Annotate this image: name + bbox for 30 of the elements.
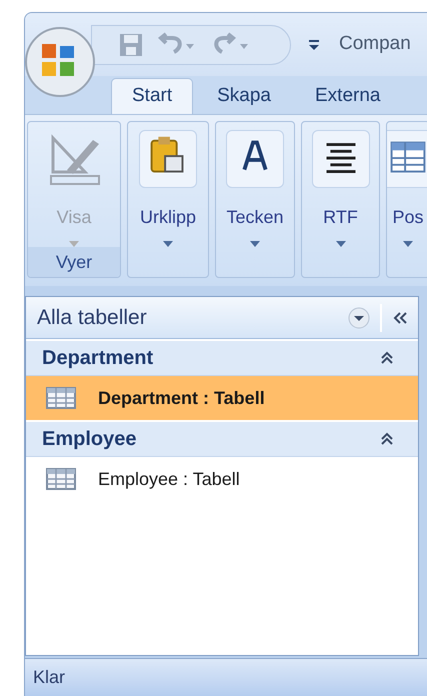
ribbon-button[interactable]: RTF — [302, 122, 379, 277]
ribbon-tab[interactable]: Skapa — [197, 78, 291, 114]
table-icon — [46, 468, 76, 490]
letter-icon — [226, 130, 284, 188]
caret-icon — [403, 241, 413, 247]
caret-icon — [336, 241, 346, 247]
office-button[interactable] — [24, 26, 96, 98]
caret-icon — [163, 241, 173, 247]
ribbon-tab[interactable]: Externa — [295, 78, 400, 114]
collapse-pane-icon[interactable] — [392, 310, 408, 324]
ribbon-button[interactable]: Tecken — [216, 122, 294, 277]
group-header[interactable]: Department — [26, 341, 418, 376]
customize-toolbar-icon[interactable] — [307, 38, 321, 52]
collapse-icon — [380, 432, 394, 446]
ribbon-button[interactable]: Pos — [387, 122, 427, 277]
table-item[interactable]: Department : Tabell — [26, 376, 418, 420]
window-title: Compan — [339, 32, 411, 56]
ribbon-tab[interactable]: Start — [111, 78, 194, 114]
group-header[interactable]: Employee — [26, 422, 418, 457]
status-text: Klar — [33, 666, 66, 689]
dropdown-icon[interactable] — [348, 306, 370, 328]
caret-icon — [250, 241, 260, 247]
table-item[interactable]: Employee : Tabell — [26, 457, 418, 501]
align-center-icon — [312, 130, 370, 188]
clipboard-icon — [139, 130, 197, 188]
pane-title: Alla tabeller — [37, 304, 148, 331]
ribbon-button[interactable]: Urklipp — [128, 122, 208, 277]
table-icon — [46, 387, 76, 409]
collapse-icon — [380, 351, 394, 365]
group-label: Vyer — [28, 247, 120, 277]
